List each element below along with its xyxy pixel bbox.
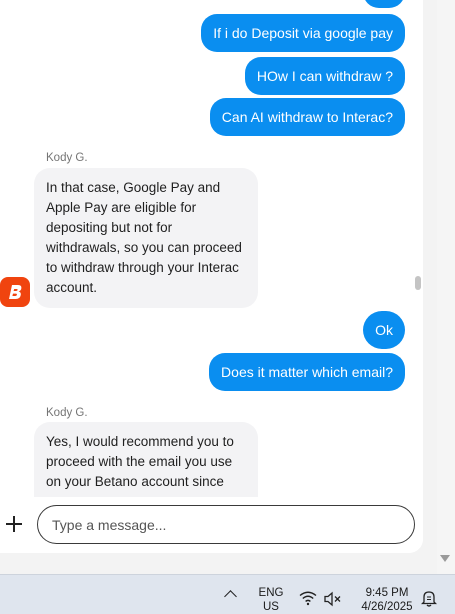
message-out-partial — [363, 0, 405, 8]
betano-logo-icon — [9, 285, 22, 299]
agent-name: Kody G. — [46, 152, 88, 164]
chat-scrollbar[interactable] — [412, 0, 422, 497]
clock-date: 4/26/2025 — [361, 601, 413, 613]
clock[interactable]: 9:45 PM 4/26/2025 — [352, 586, 422, 614]
message-out: Does it matter which email? — [209, 353, 405, 391]
message-out: Ok — [363, 311, 405, 349]
message-input[interactable] — [37, 505, 415, 544]
screen: If i do Deposit via google pay HOw I can… — [0, 0, 455, 614]
page-scrollbar[interactable] — [437, 0, 455, 574]
language-code: ENG — [258, 587, 284, 599]
notification-icon[interactable] — [421, 590, 437, 607]
agent-avatar — [0, 277, 30, 307]
chat-scrollbar-thumb[interactable] — [415, 276, 421, 290]
message-in: In that case, Google Pay and Apple Pay a… — [34, 168, 258, 308]
region-code: US — [263, 601, 279, 613]
plus-icon[interactable] — [4, 514, 24, 534]
language-indicator[interactable]: ENG US — [252, 586, 290, 614]
clock-time: 9:45 PM — [365, 587, 409, 599]
message-out: HOw I can withdraw ? — [244, 57, 405, 95]
message-out: Can AI withdraw to Interac? — [209, 98, 405, 136]
message-out: If i do Deposit via google pay — [201, 14, 405, 52]
message-in: Yes, I would recommend you to proceed wi… — [34, 422, 258, 497]
message-list[interactable]: If i do Deposit via google pay HOw I can… — [0, 0, 423, 497]
agent-name: Kody G. — [46, 407, 88, 419]
wifi-icon[interactable] — [299, 590, 317, 606]
speaker-muted-icon[interactable] — [323, 591, 343, 607]
chat-panel: If i do Deposit via google pay HOw I can… — [0, 0, 423, 553]
scroll-down-arrow-icon[interactable] — [440, 555, 450, 562]
